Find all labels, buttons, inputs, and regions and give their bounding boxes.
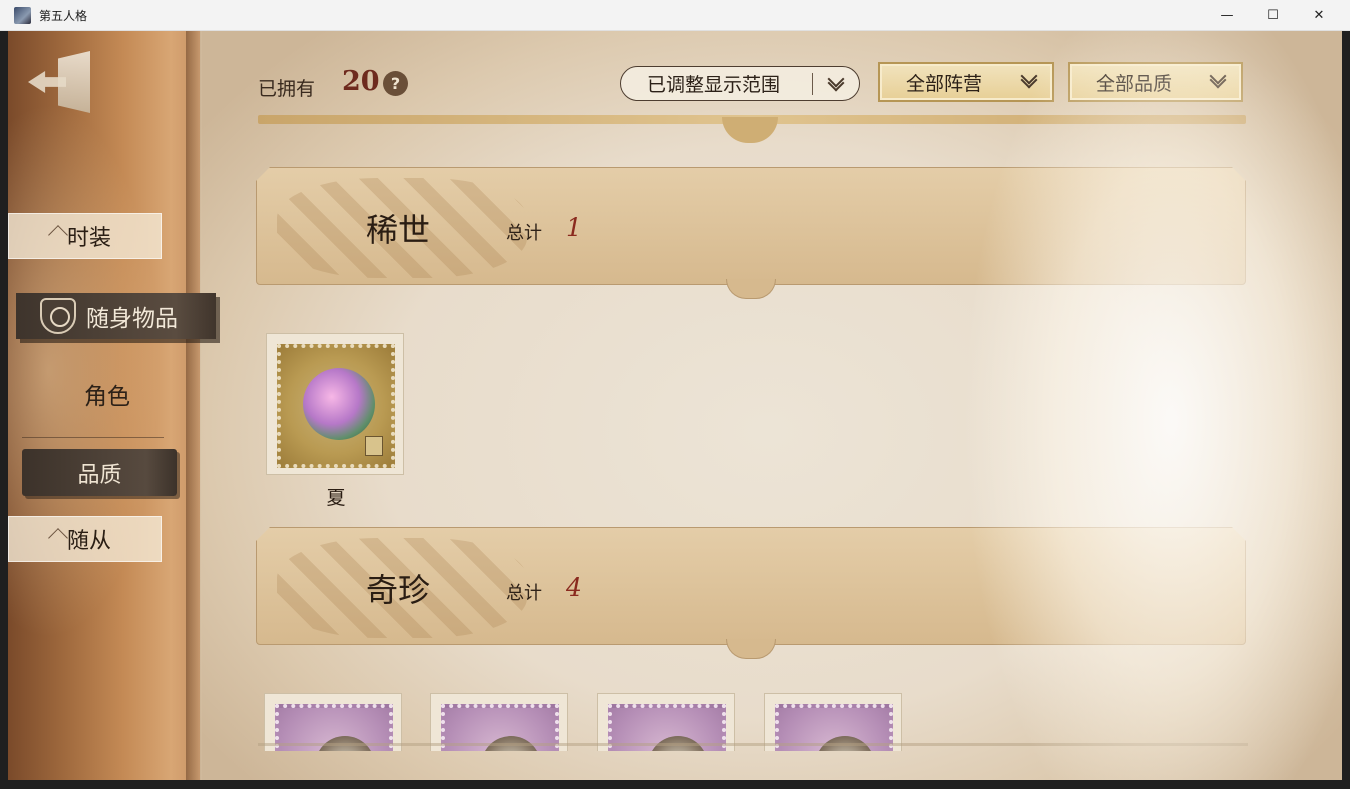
maximize-button[interactable]: ☐ <box>1250 0 1296 31</box>
lotus-art-icon <box>303 368 375 440</box>
subtab-quality[interactable]: 品质 <box>22 449 177 496</box>
section-title: 稀世 <box>366 211 431 249</box>
caret-icon <box>48 225 68 245</box>
back-button[interactable] <box>28 47 94 117</box>
section-banner-treasure: 奇珍 总计 4 <box>256 527 1246 659</box>
app-window: 第五人格 — ☐ ✕ 时装 随身物品 角色 品质 随从 已拥有 20 ? 已调整… <box>0 0 1350 789</box>
section-total-label: 总计 <box>506 583 542 604</box>
stamp-value-icon <box>365 436 383 456</box>
minimize-button[interactable]: — <box>1204 0 1250 31</box>
subtab-character[interactable]: 角色 <box>22 377 192 417</box>
double-chevron-down-icon <box>827 77 847 91</box>
help-icon[interactable]: ? <box>383 71 408 96</box>
game-viewport: 时装 随身物品 角色 品质 随从 已拥有 20 ? 已调整显示范围 全部阵营 全… <box>8 31 1342 780</box>
double-chevron-down-icon <box>1209 74 1229 88</box>
section-total-label: 总计 <box>506 223 542 244</box>
display-range-dropdown[interactable]: 已调整显示范围 <box>620 66 860 101</box>
close-button[interactable]: ✕ <box>1296 0 1342 31</box>
camp-filter-dropdown[interactable]: 全部阵营 <box>878 62 1054 102</box>
section-total-value: 4 <box>566 573 582 602</box>
item-name: 夏 <box>326 487 346 509</box>
section-total-value: 1 <box>566 213 582 242</box>
window-title: 第五人格 <box>39 9 88 23</box>
quality-filter-dropdown[interactable]: 全部品质 <box>1068 62 1243 102</box>
app-icon <box>14 7 31 24</box>
tab-accessories[interactable]: 随身物品 <box>16 293 216 339</box>
owned-count: 20 <box>342 66 380 97</box>
shield-icon <box>40 298 76 334</box>
section-title: 奇珍 <box>366 571 431 609</box>
sidebar: 时装 随身物品 角色 品质 随从 <box>8 31 216 780</box>
tab-outfits[interactable]: 时装 <box>8 213 162 259</box>
sidebar-divider <box>22 437 164 438</box>
tab-followers[interactable]: 随从 <box>8 516 162 562</box>
owned-label: 已拥有 <box>258 78 316 100</box>
title-bar: 第五人格 — ☐ ✕ <box>0 0 1350 31</box>
caret-icon <box>48 528 68 548</box>
item-stamp <box>266 333 404 475</box>
double-chevron-down-icon <box>1020 74 1040 88</box>
section-banner-rare: 稀世 总计 1 <box>256 167 1246 299</box>
